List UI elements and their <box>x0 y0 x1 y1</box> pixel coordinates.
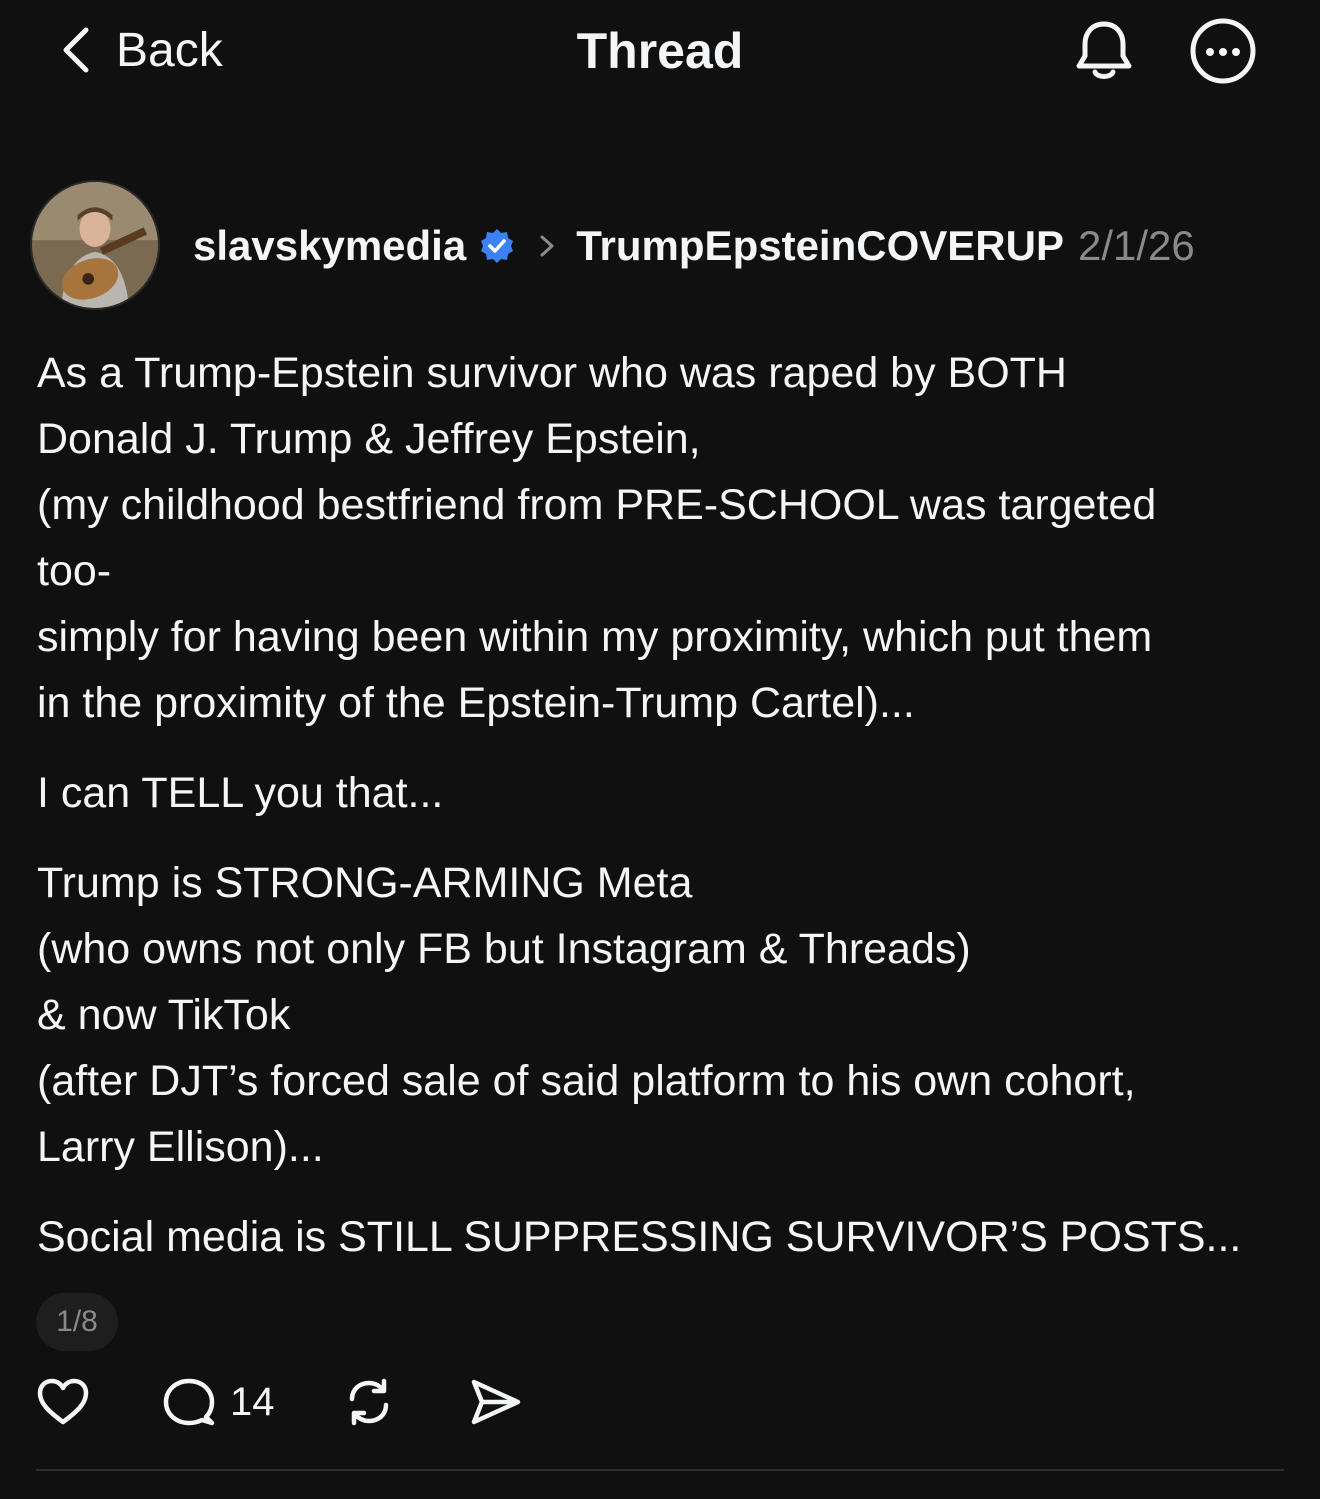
repost-button[interactable] <box>342 1370 396 1434</box>
post-body: As a Trump-Epstein survivor who was rape… <box>37 340 1287 1270</box>
post-line: As a Trump-Epstein survivor who was rape… <box>37 349 1067 397</box>
post-line: Larry Ellison)... <box>37 1123 324 1171</box>
post-line: Trump is STRONG-ARMING Meta <box>37 859 693 907</box>
top-bar: Back Thread <box>0 0 1320 100</box>
avatar-image <box>32 182 158 308</box>
post-line: (who owns not only FB but Instagram & Th… <box>37 925 971 973</box>
reply-button[interactable]: 14 <box>162 1370 275 1434</box>
post-line: & now TikTok <box>37 991 291 1039</box>
username[interactable]: slavskymedia <box>193 222 466 270</box>
post-line: Social media is STILL SUPPRESSING SURVIV… <box>37 1213 1242 1261</box>
post-line: simply for having been within my proximi… <box>37 613 1153 661</box>
divider <box>36 1469 1284 1471</box>
post-date: 2/1/26 <box>1077 222 1195 269</box>
post-line: in the proximity of the Epstein-Trump Ca… <box>37 679 915 727</box>
avatar[interactable] <box>30 180 160 310</box>
post-line: (after DJT’s forced sale of said platfor… <box>37 1057 1136 1105</box>
post-actions: 14 <box>36 1370 636 1434</box>
send-icon <box>471 1379 521 1425</box>
more-icon[interactable] <box>1188 16 1258 86</box>
post-line: (my childhood bestfriend from PRE-SCHOOL… <box>37 481 1157 529</box>
thread-page-indicator: 1/8 <box>36 1293 118 1351</box>
share-button[interactable] <box>468 1370 522 1434</box>
post-meta: slavskymedia TrumpEpsteinCOVERUP 2/1/26 <box>193 218 1195 274</box>
heart-icon <box>37 1378 89 1425</box>
comment-icon <box>163 1378 215 1426</box>
bell-icon[interactable] <box>1072 18 1136 84</box>
repost-icon <box>349 1378 389 1426</box>
community-link[interactable]: TrumpEpsteinCOVERUP <box>576 222 1064 270</box>
post-line: I can TELL you that... <box>37 769 444 817</box>
post-line: Donald J. Trump & Jeffrey Epstein, <box>37 415 701 463</box>
post-header: slavskymedia TrumpEpsteinCOVERUP 2/1/26 <box>30 180 1300 312</box>
chevron-right-icon <box>540 235 554 257</box>
like-button[interactable] <box>36 1370 90 1434</box>
verified-badge-icon <box>481 229 514 263</box>
post-line: too- <box>37 547 112 595</box>
reply-count: 14 <box>230 1379 275 1424</box>
